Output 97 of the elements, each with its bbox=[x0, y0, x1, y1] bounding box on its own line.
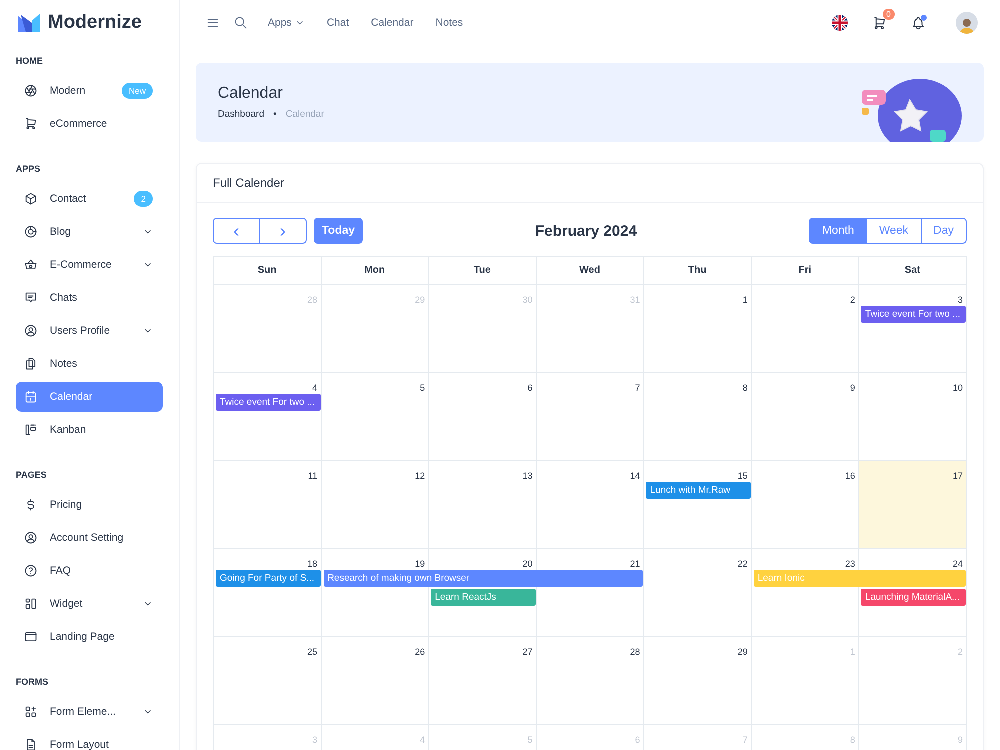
logo-icon bbox=[18, 14, 40, 32]
kanban-icon bbox=[24, 423, 38, 437]
user-silhouette-icon bbox=[958, 16, 976, 34]
day-number[interactable]: 3 bbox=[958, 295, 967, 305]
sidebar-item[interactable]: Blog bbox=[16, 217, 163, 247]
day-number[interactable]: 5 bbox=[420, 383, 430, 393]
breadcrumb-link[interactable]: Dashboard bbox=[218, 109, 264, 120]
weekday-header: Sat bbox=[859, 257, 967, 285]
basket-icon bbox=[24, 258, 38, 272]
sidebar-item[interactable]: Chats bbox=[16, 283, 163, 313]
sidebar-item[interactable]: eCommerce bbox=[16, 109, 163, 139]
help-icon bbox=[24, 564, 38, 578]
weekday-header: Fri bbox=[752, 257, 860, 285]
weekday-header: Sun bbox=[214, 257, 322, 285]
day-number[interactable]: 8 bbox=[742, 383, 752, 393]
window-icon bbox=[24, 630, 38, 644]
section-heading: APPS bbox=[16, 163, 42, 174]
sidebar-item[interactable]: Widget bbox=[16, 589, 163, 619]
cart-icon[interactable] bbox=[872, 16, 887, 30]
box-icon bbox=[24, 192, 38, 206]
day-number[interactable]: 9 bbox=[850, 383, 860, 393]
chart-circle-icon bbox=[24, 225, 38, 239]
event-chip[interactable]: Launching MaterialA... bbox=[861, 589, 966, 606]
section-heading: FORMS bbox=[16, 676, 50, 687]
day-number[interactable]: 28 bbox=[630, 647, 644, 657]
weekday-header: Mon bbox=[322, 257, 430, 285]
sidebar-item[interactable]: E-Commerce bbox=[16, 250, 163, 280]
day-number[interactable]: 11 bbox=[308, 471, 322, 481]
sidebar-item[interactable]: Form Layout bbox=[16, 730, 163, 750]
sidebar-item[interactable]: Contact 2 bbox=[16, 184, 163, 214]
brand-name: Modernize bbox=[48, 12, 142, 34]
sidebar-item[interactable]: Modern New bbox=[16, 76, 163, 106]
calendar-icon bbox=[24, 390, 38, 404]
day-number[interactable]: 2 bbox=[850, 295, 860, 305]
day-number[interactable]: 19 bbox=[415, 559, 430, 569]
sidebar-item[interactable]: FAQ bbox=[16, 556, 163, 586]
sidebar-item[interactable]: Account Setting bbox=[16, 523, 163, 553]
sidebar-item[interactable]: Users Profile bbox=[16, 316, 163, 346]
user-circle-icon bbox=[24, 324, 38, 338]
day-number[interactable]: 17 bbox=[952, 471, 967, 481]
weekday-header: Wed bbox=[536, 257, 644, 285]
sidebar-item[interactable]: Kanban bbox=[16, 415, 163, 445]
nav-link[interactable]: Notes bbox=[430, 17, 470, 29]
day-number[interactable]: 27 bbox=[522, 647, 537, 657]
breadcrumb-separator: • bbox=[273, 109, 277, 120]
sidebar-item[interactable]: Landing Page bbox=[16, 622, 163, 652]
day-number[interactable]: 23 bbox=[845, 559, 860, 569]
day-number[interactable]: 4 bbox=[312, 383, 322, 393]
day-number[interactable]: 20 bbox=[522, 559, 537, 569]
day-number[interactable]: 26 bbox=[415, 647, 430, 657]
nav-link[interactable]: Calendar bbox=[365, 17, 420, 29]
sidebar-item[interactable]: Pricing bbox=[16, 490, 163, 520]
day-number[interactable]: 1 bbox=[742, 295, 752, 305]
avatar[interactable] bbox=[956, 12, 978, 34]
aperture-icon bbox=[24, 84, 38, 98]
count-badge: New bbox=[122, 83, 153, 99]
day-number[interactable]: 16 bbox=[845, 471, 860, 481]
day-number[interactable]: 6 bbox=[528, 383, 537, 393]
section-heading: HOME bbox=[16, 55, 44, 66]
card-title: Full Calender bbox=[197, 164, 983, 203]
sidebar-item[interactable]: Notes bbox=[16, 349, 163, 379]
menu-icon[interactable] bbox=[206, 16, 220, 30]
day-number[interactable]: 29 bbox=[738, 647, 752, 657]
cart-count: 0 bbox=[882, 8, 895, 20]
day-number[interactable]: 7 bbox=[635, 383, 644, 393]
day-number[interactable]: 14 bbox=[630, 471, 644, 481]
sidebar-item[interactable]: Form Eleme... bbox=[16, 697, 163, 727]
nav-link[interactable]: Chat bbox=[320, 17, 356, 29]
section-heading: PAGES bbox=[16, 469, 48, 480]
bell-icon[interactable] bbox=[911, 16, 926, 30]
day-number[interactable]: 25 bbox=[308, 647, 322, 657]
search-icon[interactable] bbox=[234, 16, 248, 30]
shapes-icon bbox=[24, 705, 38, 719]
event-chip[interactable]: Twice event For two ... bbox=[861, 306, 966, 323]
weekday-header: Thu bbox=[644, 257, 752, 285]
weekday-header: Tue bbox=[429, 257, 537, 285]
layout-icon bbox=[24, 597, 38, 611]
day-number[interactable]: 15 bbox=[738, 471, 752, 481]
message-icon bbox=[24, 291, 38, 305]
day-number[interactable]: 13 bbox=[522, 471, 537, 481]
cart-icon bbox=[24, 117, 38, 131]
file-text-icon bbox=[24, 738, 38, 750]
day-number[interactable]: 21 bbox=[630, 559, 644, 569]
day-number[interactable]: 18 bbox=[308, 559, 322, 569]
calendar-title: February 2024 bbox=[534, 222, 638, 240]
notes-icon bbox=[24, 357, 38, 371]
event-chip[interactable]: Twice event For two ... bbox=[216, 394, 321, 411]
user-circle-icon bbox=[24, 531, 38, 545]
flag-icon[interactable] bbox=[832, 15, 848, 31]
day-number[interactable]: 10 bbox=[952, 383, 967, 393]
count-badge: 2 bbox=[134, 191, 153, 207]
breadcrumb-current: Calendar bbox=[286, 109, 324, 120]
nav-link[interactable]: Apps bbox=[262, 17, 311, 29]
day-number[interactable]: 24 bbox=[952, 559, 967, 569]
day-number[interactable]: 22 bbox=[738, 559, 752, 569]
page-title: Calendar bbox=[218, 85, 284, 103]
day-number[interactable]: 12 bbox=[415, 471, 430, 481]
